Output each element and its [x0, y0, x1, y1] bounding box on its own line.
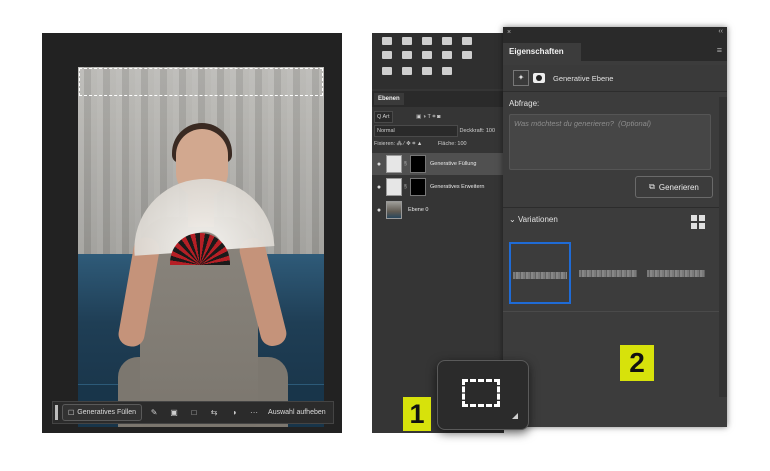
- divider: [503, 311, 727, 312]
- blend-mode-select[interactable]: Normal: [374, 125, 458, 137]
- callout-number-2: 2: [620, 345, 654, 381]
- layer-filter-row: Q Art ▣ ◑ T ⌗ ◙: [374, 111, 502, 123]
- generative-layer-icon: ✦: [513, 70, 529, 86]
- invert-icon[interactable]: ⇆: [206, 408, 222, 417]
- layer-type-label: Generative Ebene: [553, 73, 614, 83]
- select-subject-icon[interactable]: ▣: [166, 408, 182, 417]
- marquee-icon: [462, 379, 500, 407]
- adjustment-icon[interactable]: [462, 37, 472, 45]
- adjustment-icon[interactable]: [442, 51, 452, 59]
- eye-icon[interactable]: ●: [372, 161, 386, 168]
- eye-icon[interactable]: ●: [372, 207, 386, 214]
- layer-name: Generatives Erweitern: [430, 184, 485, 190]
- layer-mask-thumbnail[interactable]: [410, 155, 426, 173]
- adjustment-icon[interactable]: [382, 37, 392, 45]
- close-icon[interactable]: ×: [507, 29, 511, 36]
- generative-fill-label: Generatives Füllen: [77, 409, 137, 416]
- generate-label: Generieren: [658, 182, 699, 192]
- adjustment-icon[interactable]: [422, 37, 432, 45]
- variation-thumbnail[interactable]: [509, 242, 571, 304]
- adjustment-icon[interactable]: [402, 51, 412, 59]
- layer-thumbnail: [386, 155, 402, 173]
- adjustment-icon[interactable]: [382, 51, 392, 59]
- more-options-icon[interactable]: ···: [246, 408, 262, 417]
- layer-name: Generative Füllung: [430, 161, 477, 167]
- adjustments-grid: [372, 33, 504, 89]
- panel-topbar: × ‹‹: [503, 27, 727, 41]
- variations-header[interactable]: ⌄ Variationen: [509, 215, 558, 224]
- prompt-label: Abfrage:: [509, 99, 540, 108]
- properties-panel: × ‹‹ Eigenschaften ≡ ✦ Generative Ebene …: [503, 27, 727, 427]
- adjustment-icon[interactable]: [462, 51, 472, 59]
- generate-icon: ☐: [68, 409, 75, 417]
- document-canvas[interactable]: [42, 33, 342, 433]
- layer-thumbnail: [386, 201, 402, 219]
- eye-icon[interactable]: ●: [372, 184, 386, 191]
- grid-view-icon[interactable]: [691, 215, 705, 229]
- variation-thumbnail[interactable]: [645, 242, 707, 304]
- divider: [503, 207, 727, 208]
- tab-layers[interactable]: Ebenen: [374, 93, 404, 105]
- adjustment-icon[interactable]: [442, 67, 452, 75]
- variations-label: Variationen: [517, 215, 558, 224]
- tool-flyout-icon: [512, 413, 518, 419]
- adjustment-icon[interactable]: [382, 67, 392, 75]
- layer-type-row: ✦ Generative Ebene: [503, 65, 727, 92]
- drag-handle[interactable]: [55, 405, 58, 420]
- generate-button[interactable]: ⧉ Generieren: [635, 176, 713, 198]
- layer-name: Ebene 0: [408, 207, 429, 213]
- lock-row: Fixieren: ⁂ ⁄ ✥ ⌗ ▲ Fläche: 100: [374, 139, 502, 149]
- collapse-icon[interactable]: ‹‹: [718, 28, 723, 35]
- tab-properties[interactable]: Eigenschaften: [503, 43, 581, 61]
- brush-icon[interactable]: ✎: [146, 408, 162, 417]
- fill-value[interactable]: 100: [457, 141, 466, 147]
- callout-number-1: 1: [403, 397, 431, 431]
- adjustment-icon[interactable]: [402, 67, 412, 75]
- prompt-input[interactable]: [510, 115, 710, 169]
- photo-image[interactable]: [78, 67, 324, 427]
- panel-menu-icon[interactable]: ≡: [717, 45, 722, 55]
- transform-icon[interactable]: □: [186, 408, 202, 417]
- lock-icons[interactable]: ⁂ ⁄ ✥ ⌗ ▲: [397, 141, 424, 147]
- filter-icons[interactable]: ▣ ◑ T ⌗ ◙: [416, 114, 440, 120]
- fill-label: Fläche:: [437, 141, 456, 147]
- generate-icon: ⧉: [649, 182, 655, 191]
- variation-thumbnail[interactable]: [577, 242, 639, 304]
- adjustment-icon[interactable]: [402, 37, 412, 45]
- opacity-label: Deckkraft:: [459, 128, 485, 134]
- selection-marquee[interactable]: [79, 68, 323, 96]
- adjustment-icon[interactable]: [422, 67, 432, 75]
- link-icon: §: [404, 161, 407, 167]
- prompt-field-container: [509, 114, 711, 170]
- scrollbar[interactable]: [719, 97, 727, 397]
- adjustment-icon[interactable]: [442, 37, 452, 45]
- link-icon: §: [404, 184, 407, 190]
- layer-mask-thumbnail[interactable]: [410, 178, 426, 196]
- properties-tab-bar: Eigenschaften ≡: [503, 41, 727, 61]
- layer-row[interactable]: ● § Generatives Erweitern: [372, 176, 504, 198]
- lock-label: Fixieren:: [374, 141, 396, 147]
- contextual-task-bar: ☐ Generatives Füllen ✎ ▣ □ ⇆ ◑ ··· Auswa…: [52, 401, 334, 424]
- rectangular-marquee-tool[interactable]: [437, 360, 529, 430]
- mask-icon: [533, 73, 545, 83]
- chevron-down-icon: ⌄: [509, 215, 516, 224]
- layer-row[interactable]: ● § Generative Füllung: [372, 153, 504, 175]
- filter-kind-select[interactable]: Q Art: [374, 111, 393, 123]
- adjustment-icon[interactable]: [422, 51, 432, 59]
- layer-thumbnail: [386, 178, 402, 196]
- layers-tab-strip: Ebenen: [372, 91, 504, 107]
- blend-row: Normal Deckkraft: 100: [374, 125, 502, 137]
- adjustment-icon[interactable]: ◑: [226, 408, 242, 417]
- opacity-value[interactable]: 100: [486, 128, 495, 134]
- deselect-button[interactable]: Auswahl aufheben: [268, 409, 326, 416]
- generative-fill-button[interactable]: ☐ Generatives Füllen: [62, 404, 143, 421]
- layer-row[interactable]: ● Ebene 0: [372, 199, 504, 221]
